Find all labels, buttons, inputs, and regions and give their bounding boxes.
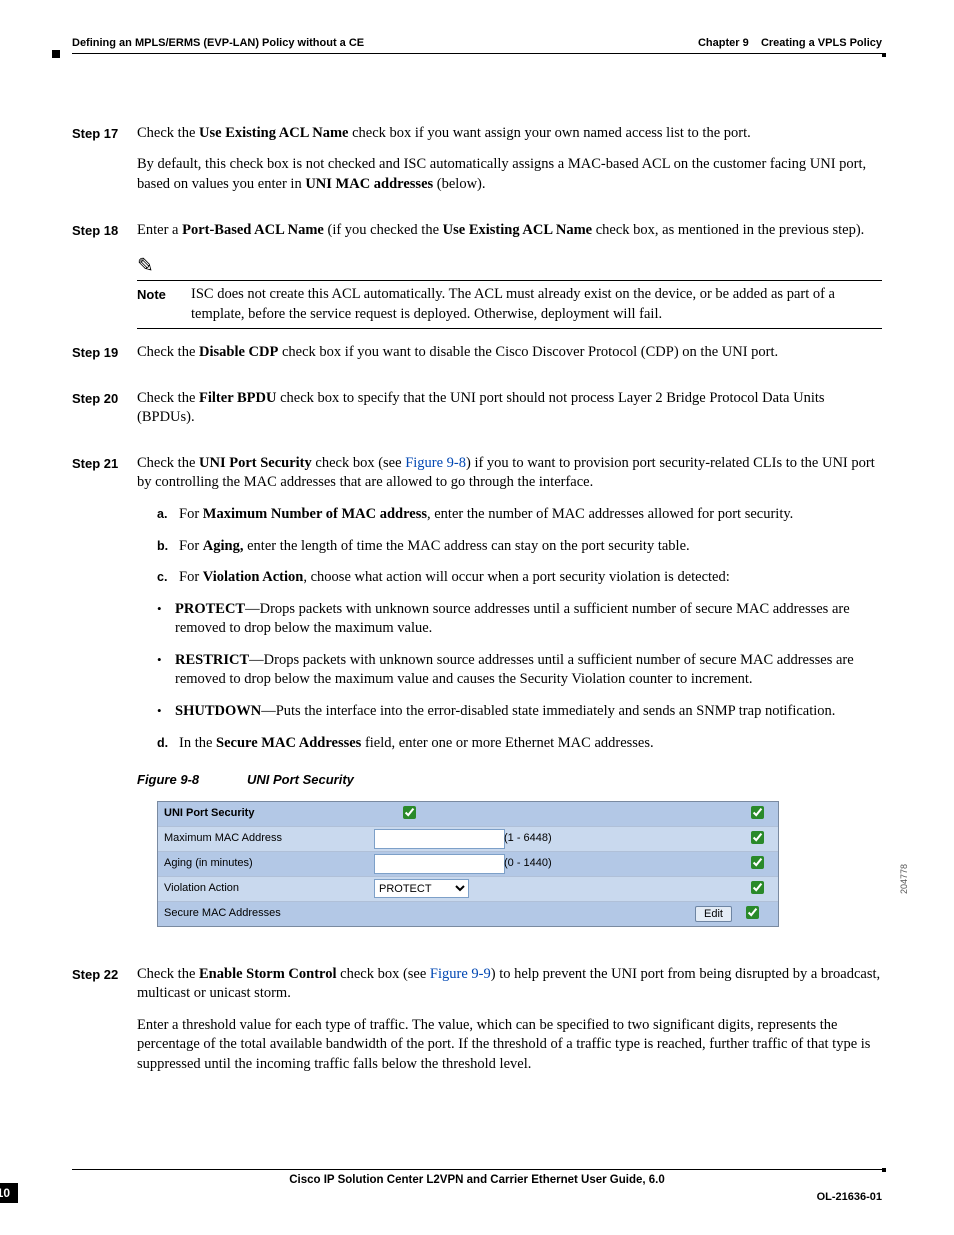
step-body: Check the Disable CDP check box if you w… — [137, 343, 882, 375]
step-label: Step 21 — [72, 454, 137, 951]
step-body: Enter a Port-Based ACL Name (if you chec… — [137, 221, 882, 330]
step-17: Step 17 Check the Use Existing ACL Name … — [72, 124, 882, 207]
editable-checkbox[interactable] — [751, 881, 764, 894]
page: Defining an MPLS/ERMS (EVP-LAN) Policy w… — [0, 0, 954, 1235]
guide-title: Cisco IP Solution Center L2VPN and Carri… — [72, 1173, 882, 1189]
table-row: Secure MAC Addresses Edit — [158, 901, 778, 926]
row-label: Secure MAC Addresses — [164, 906, 374, 921]
note-label: Note — [137, 285, 191, 324]
running-header: Defining an MPLS/ERMS (EVP-LAN) Policy w… — [72, 36, 882, 51]
list-item: d.In the Secure MAC Addresses field, ent… — [157, 734, 882, 754]
editable-checkbox[interactable] — [746, 906, 759, 919]
list-item: •RESTRICT—Drops packets with unknown sou… — [157, 651, 882, 690]
document-number: OL-21636-01 — [817, 1190, 882, 1205]
bulleted-list: •PROTECT—Drops packets with unknown sour… — [137, 600, 882, 722]
step-body: Check the Use Existing ACL Name check bo… — [137, 124, 882, 207]
range-hint: (0 - 1440) — [504, 856, 594, 871]
bullet-icon: • — [157, 702, 175, 722]
body-content: Step 17 Check the Use Existing ACL Name … — [72, 124, 882, 1087]
row-label: Aging (in minutes) — [164, 856, 374, 871]
list-item: b.For Aging, enter the length of time th… — [157, 537, 882, 557]
step-19: Step 19 Check the Disable CDP check box … — [72, 343, 882, 375]
aging-input[interactable] — [374, 854, 505, 874]
paragraph: Check the UNI Port Security check box (s… — [137, 454, 882, 493]
header-section: Defining an MPLS/ERMS (EVP-LAN) Policy w… — [72, 36, 364, 51]
step-20: Step 20 Check the Filter BPDU check box … — [72, 389, 882, 440]
paragraph: Enter a threshold value for each type of… — [137, 1016, 882, 1075]
ordered-sublist: d.In the Secure MAC Addresses field, ent… — [137, 734, 882, 754]
row-label: UNI Port Security — [164, 806, 374, 821]
bullet-icon: • — [157, 651, 175, 690]
step-label: Step 18 — [72, 221, 137, 330]
range-hint: (1 - 6448) — [504, 831, 594, 846]
page-number-badge: 9-10 — [0, 1183, 18, 1203]
uni-port-security-panel: UNI Port Security Maximum MAC Address (1… — [157, 801, 779, 927]
step-22: Step 22 Check the Enable Storm Control c… — [72, 965, 882, 1087]
uni-port-security-checkbox[interactable] — [403, 806, 416, 819]
header-chapter: Chapter 9 Creating a VPLS Policy — [698, 36, 882, 51]
step-label: Step 19 — [72, 343, 137, 375]
figure-id: 204778 — [898, 864, 910, 894]
list-item: •SHUTDOWN—Puts the interface into the er… — [157, 702, 882, 722]
list-item: a.For Maximum Number of MAC address, ent… — [157, 505, 882, 525]
paragraph: Enter a Port-Based ACL Name (if you chec… — [137, 221, 882, 241]
bullet-icon: • — [157, 600, 175, 639]
figure-xref[interactable]: Figure 9-9 — [430, 966, 491, 982]
table-row: Violation Action PROTECT — [158, 876, 778, 901]
step-body: Check the Enable Storm Control check box… — [137, 965, 882, 1087]
table-row: Maximum MAC Address (1 - 6448) — [158, 826, 778, 851]
paragraph: Check the Filter BPDU check box to speci… — [137, 389, 882, 428]
pencil-icon: ✎ — [137, 256, 191, 276]
note-block: ✎ Note ISC does not create this ACL auto… — [137, 252, 882, 329]
page-footer: Cisco IP Solution Center L2VPN and Carri… — [72, 1169, 882, 1189]
step-label: Step 20 — [72, 389, 137, 440]
ordered-sublist: a.For Maximum Number of MAC address, ent… — [137, 505, 882, 588]
figure-caption: Figure 9-8UNI Port Security — [137, 771, 882, 789]
header-rule — [72, 53, 882, 54]
step-18: Step 18 Enter a Port-Based ACL Name (if … — [72, 221, 882, 330]
figure-xref[interactable]: Figure 9-8 — [405, 455, 466, 471]
paragraph: By default, this check box is not checke… — [137, 155, 882, 194]
table-row: Aging (in minutes) (0 - 1440) — [158, 851, 778, 876]
note-text: ISC does not create this ACL automatical… — [191, 285, 882, 324]
step-label: Step 17 — [72, 124, 137, 207]
editable-checkbox[interactable] — [751, 831, 764, 844]
row-label: Maximum MAC Address — [164, 831, 374, 846]
step-body: Check the Filter BPDU check box to speci… — [137, 389, 882, 440]
max-mac-input[interactable] — [374, 829, 505, 849]
violation-action-select[interactable]: PROTECT — [374, 879, 469, 898]
list-item: c.For Violation Action, choose what acti… — [157, 568, 882, 588]
step-label: Step 22 — [72, 965, 137, 1087]
edit-button[interactable]: Edit — [695, 906, 732, 922]
editable-checkbox[interactable] — [751, 856, 764, 869]
paragraph: Check the Disable CDP check box if you w… — [137, 343, 882, 363]
row-label: Violation Action — [164, 881, 374, 896]
figure-9-8: UNI Port Security Maximum MAC Address (1… — [157, 801, 882, 927]
step-body: Check the UNI Port Security check box (s… — [137, 454, 882, 951]
list-item: •PROTECT—Drops packets with unknown sour… — [157, 600, 882, 639]
step-21: Step 21 Check the UNI Port Security chec… — [72, 454, 882, 951]
table-row: UNI Port Security — [158, 802, 778, 826]
paragraph: Check the Use Existing ACL Name check bo… — [137, 124, 882, 144]
editable-checkbox[interactable] — [751, 806, 764, 819]
paragraph: Check the Enable Storm Control check box… — [137, 965, 882, 1004]
